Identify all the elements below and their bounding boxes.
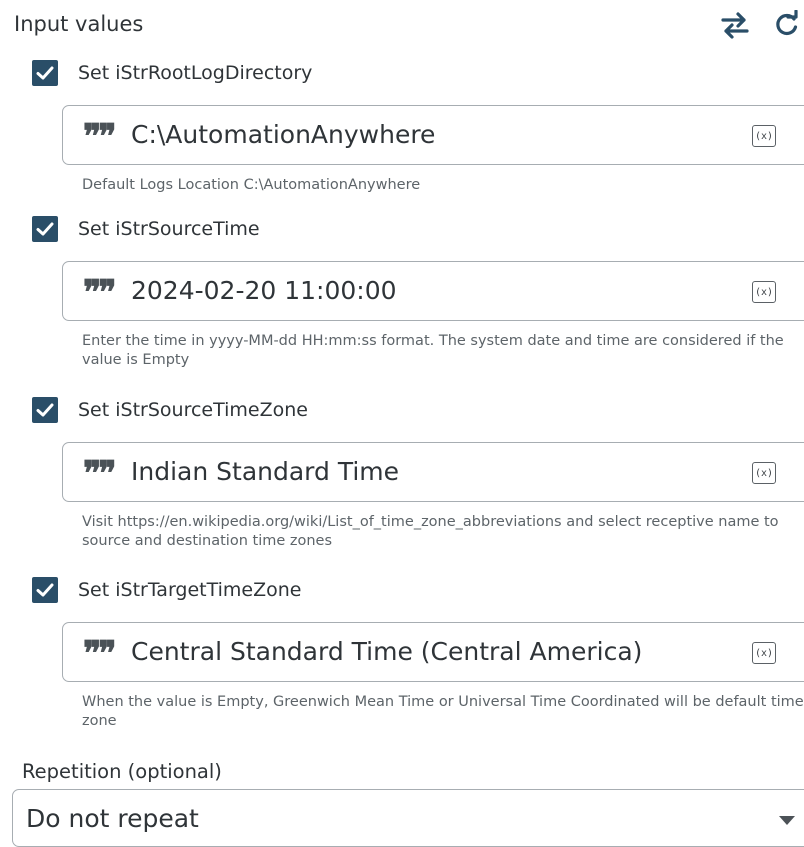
string-quote-icon: ❞❞ <box>83 634 117 674</box>
param-label: Set iStrSourceTime <box>78 218 260 240</box>
param-value-input[interactable]: ❞❞ Indian Standard Time (x) <box>62 442 804 502</box>
param-value-input[interactable]: ❞❞ Central Standard Time (Central Americ… <box>62 622 804 682</box>
swap-icon[interactable] <box>720 10 750 40</box>
variable-insert-icon[interactable]: (x) <box>752 462 776 484</box>
param-label: Set iStrRootLogDirectory <box>78 62 313 84</box>
param-value[interactable]: Central Standard Time (Central America) <box>131 637 642 666</box>
param-label: Set iStrTargetTimeZone <box>78 579 302 601</box>
repetition-select[interactable]: Do not repeat <box>12 789 804 847</box>
param-help-text: Visit https://en.wikipedia.org/wiki/List… <box>82 514 779 549</box>
param-value[interactable]: 2024-02-20 11:00:00 <box>131 276 397 305</box>
param-toggle[interactable]: Set iStrRootLogDirectory <box>32 59 312 87</box>
param-toggle[interactable]: Set iStrTargetTimeZone <box>32 576 302 604</box>
param-value[interactable]: C:\AutomationAnywhere <box>131 120 435 149</box>
param-toggle[interactable]: Set iStrSourceTime <box>32 215 260 243</box>
param-help-text: Enter the time in yyyy-MM-dd HH:mm:ss fo… <box>82 333 784 368</box>
repetition-label: Repetition (optional) <box>22 760 222 783</box>
param-help-text: Default Logs Location C:\AutomationAnywh… <box>82 177 421 193</box>
variable-insert-icon[interactable]: (x) <box>752 281 776 303</box>
section-title: Input values <box>14 12 144 36</box>
variable-insert-icon[interactable]: (x) <box>752 125 776 147</box>
checkbox-checked-icon[interactable] <box>32 397 58 423</box>
string-quote-icon: ❞❞ <box>83 117 117 157</box>
param-value-input[interactable]: ❞❞ C:\AutomationAnywhere (x) <box>62 105 804 165</box>
checkbox-checked-icon[interactable] <box>32 577 58 603</box>
param-value[interactable]: Indian Standard Time <box>131 457 399 486</box>
param-value-input[interactable]: ❞❞ 2024-02-20 11:00:00 (x) <box>62 261 804 321</box>
checkbox-checked-icon[interactable] <box>32 60 58 86</box>
repetition-selected-value[interactable]: Do not repeat <box>26 804 199 833</box>
param-label: Set iStrSourceTimeZone <box>78 399 308 421</box>
chevron-down-icon[interactable] <box>779 816 795 825</box>
variable-insert-icon[interactable]: (x) <box>752 642 776 664</box>
checkbox-checked-icon[interactable] <box>32 216 58 242</box>
string-quote-icon: ❞❞ <box>83 273 117 313</box>
string-quote-icon: ❞❞ <box>83 454 117 494</box>
param-help-text: When the value is Empty, Greenwich Mean … <box>82 694 804 729</box>
refresh-icon[interactable] <box>772 9 802 40</box>
param-toggle[interactable]: Set iStrSourceTimeZone <box>32 396 308 424</box>
input-values-header: Input values <box>14 9 804 40</box>
